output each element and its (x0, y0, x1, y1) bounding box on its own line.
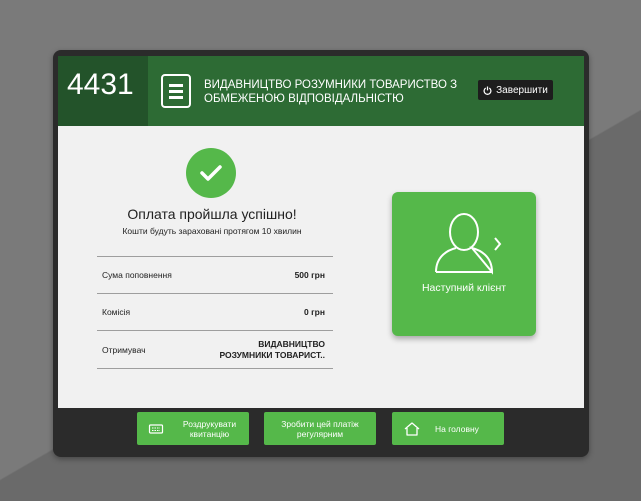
power-icon (483, 85, 492, 95)
detail-value: ВИДАВНИЦТВО РОЗУМНИКИ ТОВАРИСТ.. (219, 338, 325, 360)
detail-value: 0 грн (304, 307, 325, 317)
receipt-icon (148, 423, 164, 434)
detail-label: Сума поповнення (102, 270, 172, 280)
print-receipt-button[interactable]: Роздрукувати квитанцію (137, 412, 249, 445)
header: 4431 ВИДАВНИЦТВО РОЗУМНИКИ ТОВАРИСТВО З … (58, 56, 584, 126)
detail-row-amount: Сума поповнення 500 грн (97, 256, 333, 293)
make-regular-button[interactable]: Зробити цей платіж регулярним (264, 412, 376, 445)
detail-label: Отримувач (102, 344, 146, 355)
main-content: Оплата пройшла успішно! Кошти будуть зар… (58, 126, 584, 408)
make-regular-label: Зробити цей платіж регулярним (281, 418, 359, 439)
kiosk-number: 4431 (58, 56, 148, 126)
check-icon (186, 148, 236, 198)
user-next-icon (435, 213, 502, 275)
home-icon (404, 421, 420, 436)
kiosk-screen: 4431 ВИДАВНИЦТВО РОЗУМНИКИ ТОВАРИСТВО З … (53, 50, 589, 457)
document-icon (161, 74, 191, 108)
detail-value: 500 грн (294, 270, 325, 280)
status-subtitle: Кошти будуть зараховані протягом 10 хвил… (122, 226, 302, 236)
status-title: Оплата пройшла успішно! (127, 206, 297, 222)
finish-button[interactable]: Завершити (478, 80, 553, 100)
detail-row-commission: Комісія 0 грн (97, 293, 333, 330)
payment-details: Сума поповнення 500 грн Комісія 0 грн От… (97, 256, 333, 369)
detail-row-recipient: Отримувач ВИДАВНИЦТВО РОЗУМНИКИ ТОВАРИСТ… (97, 330, 333, 369)
print-receipt-label: Роздрукувати квитанцію (182, 418, 237, 439)
home-label: На головну (435, 423, 479, 434)
company-name: ВИДАВНИЦТВО РОЗУМНИКИ ТОВАРИСТВО З ОБМЕЖ… (204, 79, 458, 105)
next-client-label: Наступний клієнт (421, 282, 507, 294)
detail-label: Комісія (102, 307, 131, 317)
next-client-button[interactable]: Наступний клієнт (392, 192, 536, 336)
finish-label: Завершити (496, 84, 548, 96)
home-button[interactable]: На головну (392, 412, 504, 445)
